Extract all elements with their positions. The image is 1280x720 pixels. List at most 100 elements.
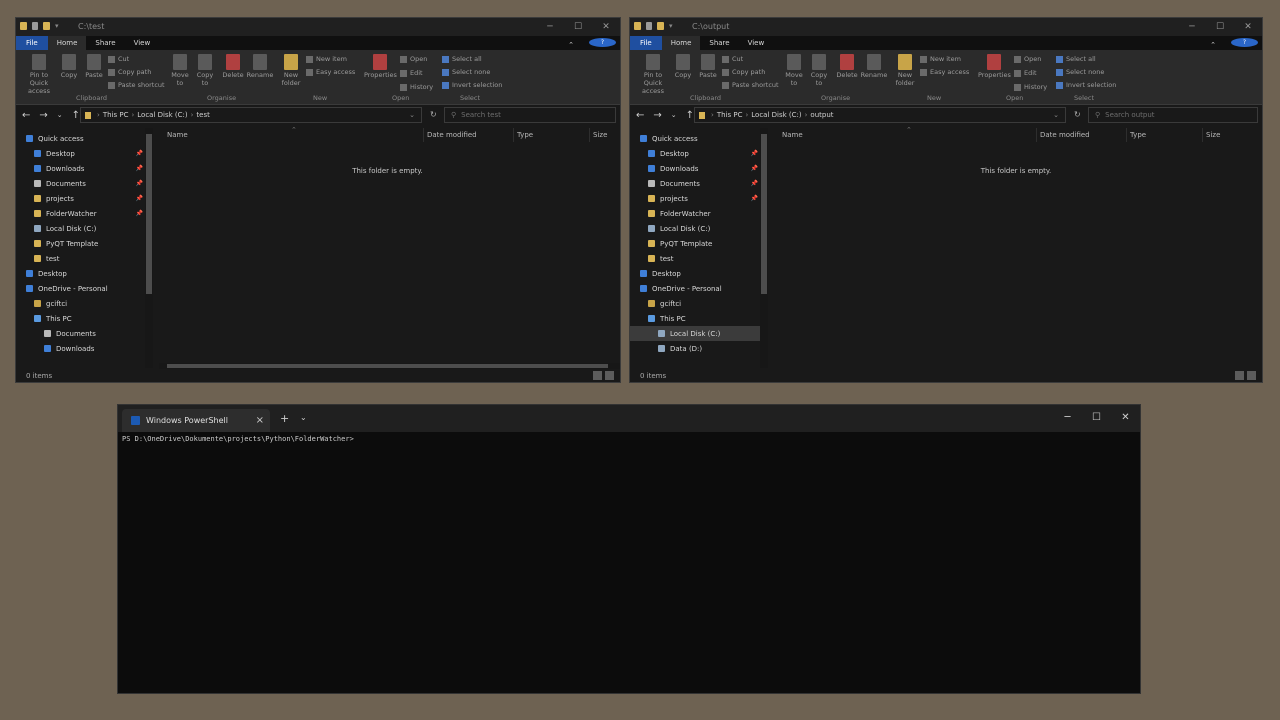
breadcrumb-current-folder[interactable]: test [196,111,209,119]
new-folder-button[interactable]: New folder [280,54,302,87]
nav-item[interactable]: projects 📌 [16,191,145,206]
nav-item[interactable]: FolderWatcher 📌 [16,206,145,221]
select-all-button[interactable]: Select all [442,55,482,63]
nav-item[interactable]: Documents 📌 [630,176,760,191]
paste-button[interactable]: Paste [699,54,717,79]
copy-button[interactable]: Copy [60,54,78,79]
history-button[interactable]: History [400,83,433,91]
delete-button[interactable]: Delete [836,54,858,79]
nav-item[interactable]: OneDrive - Personal [630,281,760,296]
nav-item[interactable]: Documents 📌 [16,176,145,191]
properties-button[interactable]: Properties [364,54,397,79]
nav-item[interactable]: Desktop [16,266,145,281]
copy-button[interactable]: Copy [674,54,692,79]
forward-icon[interactable]: → [653,110,661,121]
paste-shortcut-button[interactable]: Paste shortcut [108,81,165,89]
column-header-date[interactable]: Date modified [1040,131,1090,139]
open-button[interactable]: Open [1014,55,1041,63]
easy-access-button[interactable]: Easy access [920,68,969,76]
large-icons-view-icon[interactable] [605,371,614,380]
details-view-icon[interactable] [1235,371,1244,380]
nav-item[interactable]: Desktop 📌 [630,146,760,161]
nav-item[interactable]: projects 📌 [630,191,760,206]
paste-shortcut-button[interactable]: Paste shortcut [722,81,779,89]
invert-selection-button[interactable]: Invert selection [1056,81,1116,89]
select-none-button[interactable]: Select none [442,68,490,76]
nav-item[interactable]: Quick access [630,131,760,146]
file-list[interactable]: Name ⌃ Date modified Type Size This folder is… [155,126,620,370]
breadcrumb-local-disk[interactable]: Local Disk (C:) [751,111,801,119]
tab-dropdown-icon[interactable]: ⌄ [300,413,307,422]
edit-button[interactable]: Edit [400,69,423,77]
column-header-size[interactable]: Size [1206,131,1220,139]
tab-file[interactable]: File [16,36,48,50]
column-header-type[interactable]: Type [1130,131,1146,139]
cut-button[interactable]: Cut [722,55,743,63]
tab-view[interactable]: View [125,36,160,50]
nav-item[interactable]: PyQT Template [630,236,760,251]
back-icon[interactable]: ← [22,110,30,121]
tab-home[interactable]: Home [47,36,87,50]
scrollbar-thumb[interactable] [146,134,152,294]
maximize-button[interactable]: ☐ [564,18,592,36]
new-folder-button[interactable]: New folder [894,54,916,87]
breadcrumb-this-pc[interactable]: This PC [103,111,129,119]
address-dropdown-icon[interactable]: ⌄ [1053,111,1059,119]
large-icons-view-icon[interactable] [1247,371,1256,380]
nav-item[interactable]: Downloads 📌 [630,161,760,176]
nav-item[interactable]: This PC [16,311,145,326]
nav-item[interactable]: Quick access [16,131,145,146]
address-dropdown-icon[interactable]: ⌄ [409,111,415,119]
nav-item[interactable]: Desktop [630,266,760,281]
move-to-button[interactable]: Move to [784,54,804,87]
column-header-date[interactable]: Date modified [427,131,477,139]
minimize-button[interactable]: ─ [1053,405,1082,429]
breadcrumb-local-disk[interactable]: Local Disk (C:) [137,111,187,119]
help-icon[interactable]: ? [589,38,616,47]
column-header-name[interactable]: Name [782,131,803,139]
refresh-icon[interactable]: ↻ [1074,110,1081,119]
minimize-button[interactable]: ─ [1178,18,1206,36]
help-icon[interactable]: ? [1231,38,1258,47]
rename-button[interactable]: Rename [246,54,274,79]
nav-item[interactable]: FolderWatcher [630,206,760,221]
close-button[interactable]: ✕ [1111,405,1140,429]
nav-item[interactable]: Desktop 📌 [16,146,145,161]
new-item-button[interactable]: New item [920,55,961,63]
tab-home[interactable]: Home [661,36,701,50]
column-header-size[interactable]: Size [593,131,607,139]
tab-share[interactable]: Share [700,36,738,50]
copy-path-button[interactable]: Copy path [722,68,765,76]
nav-item[interactable]: Downloads [16,341,145,356]
edit-button[interactable]: Edit [1014,69,1037,77]
nav-item[interactable]: Local Disk (C:) [630,326,760,341]
column-header-name[interactable]: Name [167,131,188,139]
history-button[interactable]: History [1014,83,1047,91]
up-icon[interactable]: ↑ [686,110,694,121]
details-view-icon[interactable] [593,371,602,380]
scrollbar-thumb[interactable] [761,134,767,294]
nav-item[interactable]: gciftci [630,296,760,311]
easy-access-button[interactable]: Easy access [306,68,355,76]
close-button[interactable]: ✕ [592,18,620,36]
nav-item[interactable]: test [630,251,760,266]
nav-item[interactable]: Local Disk (C:) [630,221,760,236]
tab-file[interactable]: File [630,36,662,50]
pin-quick-access-button[interactable]: Pin to Quick access [20,54,58,95]
nav-item[interactable]: This PC [630,311,760,326]
back-icon[interactable]: ← [636,110,644,121]
terminal-prompt[interactable]: PS D:\OneDrive\Dokumente\projects\Python… [122,435,354,443]
move-to-button[interactable]: Move to [170,54,190,87]
rename-button[interactable]: Rename [860,54,888,79]
new-folder-icon[interactable] [657,22,664,30]
nav-item[interactable]: Data (D:) [630,341,760,356]
invert-selection-button[interactable]: Invert selection [442,81,502,89]
properties-icon[interactable] [32,22,38,30]
properties-button[interactable]: Properties [978,54,1011,79]
qa-dropdown-icon[interactable]: ▾ [55,22,59,30]
copy-path-button[interactable]: Copy path [108,68,151,76]
recent-dropdown-icon[interactable]: ⌄ [57,111,63,121]
copy-to-button[interactable]: Copy to [809,54,829,87]
nav-item[interactable]: Downloads 📌 [16,161,145,176]
select-none-button[interactable]: Select none [1056,68,1104,76]
